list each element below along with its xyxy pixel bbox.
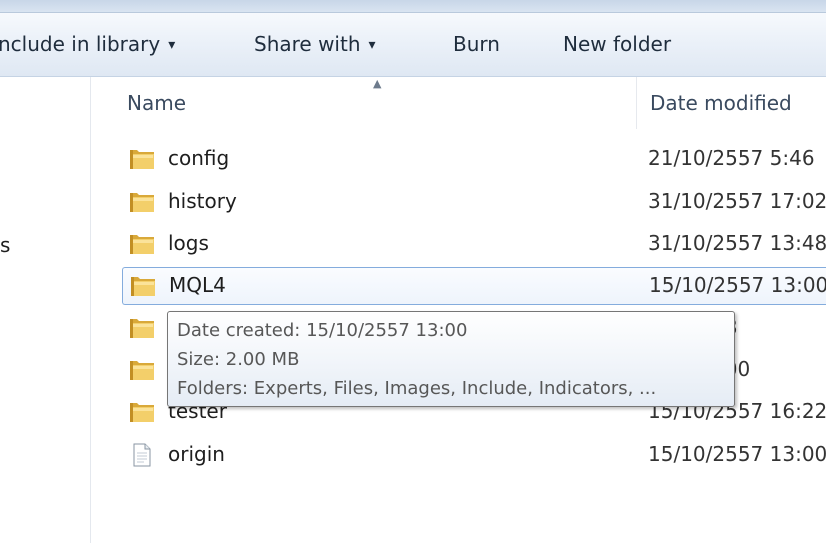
folder-icon <box>129 400 155 424</box>
command-bar: nclude in library ▾ Share with ▾ Burn New … <box>0 13 826 77</box>
file-row[interactable]: logs 31/10/2557 13:48 <box>122 226 826 264</box>
chevron-down-icon: ▾ <box>168 37 176 53</box>
file-row[interactable]: origin 15/10/2557 13:00 <box>122 437 826 475</box>
file-name: origin <box>168 442 225 466</box>
folder-icon <box>129 190 155 214</box>
file-row[interactable]: history 31/10/2557 17:02 <box>122 184 826 222</box>
file-name: config <box>168 146 230 170</box>
folder-icon <box>130 274 156 298</box>
navigation-pane[interactable]: s <box>0 77 91 543</box>
include-in-library-button[interactable]: nclude in library ▾ <box>0 31 175 60</box>
column-header-date-modified[interactable]: Date modified <box>650 91 792 115</box>
sort-ascending-icon: ▲ <box>373 77 382 90</box>
file-date-modified: 21/10/2557 5:46 <box>648 146 815 170</box>
window-frame-top <box>0 0 826 13</box>
tooltip-size: Size: 2.00 MB <box>177 349 300 370</box>
folder-icon <box>129 232 155 256</box>
file-name: logs <box>168 231 209 255</box>
file-date-modified: 31/10/2557 13:48 <box>648 231 826 255</box>
burn-label: Burn <box>453 32 500 56</box>
include-in-library-label: nclude in library <box>0 32 161 56</box>
share-with-label: Share with <box>254 32 361 56</box>
share-with-button[interactable]: Share with ▾ <box>254 31 376 60</box>
folder-info-tooltip: Date created: 15/10/2557 13:00 Size: 2.0… <box>167 311 735 407</box>
column-header-name[interactable]: Name <box>127 91 186 115</box>
file-date-modified: 15/10/2557 13:00 <box>649 273 826 297</box>
tooltip-folders: Folders: Experts, Files, Images, Include… <box>177 378 657 399</box>
folder-icon <box>129 316 155 340</box>
chevron-down-icon: ▾ <box>368 37 376 53</box>
burn-button[interactable]: Burn <box>453 31 500 57</box>
file-row[interactable]: MQL4 15/10/2557 13:00 <box>122 267 826 305</box>
folder-icon <box>129 358 155 382</box>
nav-item-label[interactable]: s <box>0 233 10 257</box>
new-folder-label: New folder <box>563 32 672 56</box>
folder-icon <box>129 147 155 171</box>
column-header-row: Name ▲ Date modified <box>91 77 826 129</box>
file-icon <box>129 443 155 467</box>
file-row[interactable]: config 21/10/2557 5:46 <box>122 141 826 179</box>
new-folder-button[interactable]: New folder <box>563 31 671 57</box>
file-name: MQL4 <box>169 273 226 297</box>
file-date-modified: 31/10/2557 17:02 <box>648 189 826 213</box>
file-date-modified: 15/10/2557 13:00 <box>648 442 826 466</box>
column-divider[interactable] <box>636 77 637 129</box>
tooltip-date-created: Date created: 15/10/2557 13:00 <box>177 320 468 341</box>
file-name: history <box>168 189 237 213</box>
